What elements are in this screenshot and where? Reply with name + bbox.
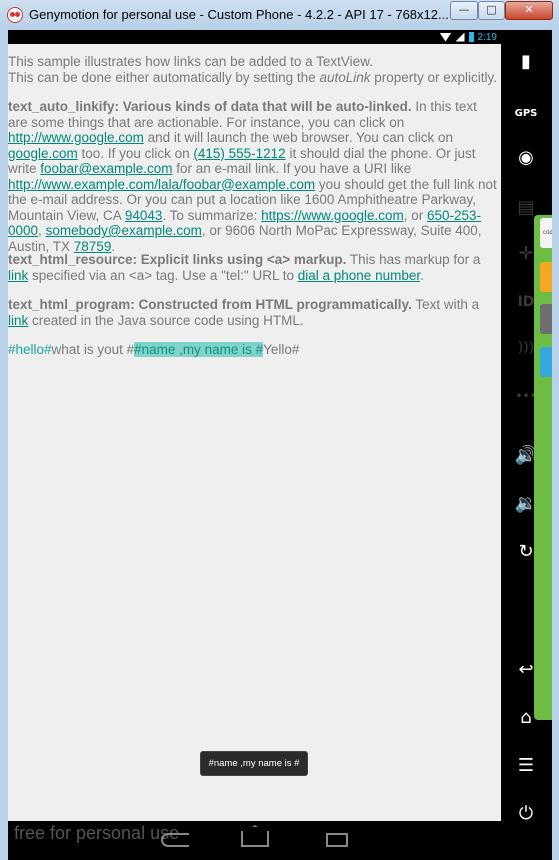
watermark-text: free for personal use (14, 823, 180, 843)
html-resource-heading: text_html_resource: Explicit links using… (8, 252, 347, 267)
text-span: . (420, 267, 424, 283)
topic-text-line[interactable]: #hello#what is yout ##name ,my name is #… (8, 342, 500, 358)
text-span: created in the Java source code using HT… (28, 312, 304, 328)
intro-text-3: property or explicitly. (370, 69, 498, 85)
text-span: Text with a (411, 297, 480, 312)
intro-text-2: This can be done either automatically by… (8, 69, 320, 85)
window-title: Genymotion for personal use - Custom Pho… (29, 7, 449, 22)
topic-text: what is yout # (51, 342, 135, 357)
window-frame-right (552, 30, 559, 860)
battery-status-icon (468, 32, 474, 42)
signal-icon (455, 32, 465, 42)
webcam-icon[interactable]: ◉ (511, 146, 541, 170)
auto-linkify-heading: text_auto_linkify: Various kinds of data… (8, 99, 412, 114)
text-span: too. If you click on (77, 145, 194, 161)
html-resource-paragraph: text_html_resource: Explicit links using… (8, 252, 500, 283)
app-content: This sample illustrates how links can be… (8, 44, 501, 821)
uri-link[interactable]: http://www.example.com/lala/foobar@examp… (8, 177, 315, 192)
url-link[interactable]: http://www.google.com (8, 130, 144, 145)
android-navbar: free for personal use (8, 821, 501, 860)
email-link[interactable]: foobar@example.com (40, 161, 172, 176)
nav-home-icon[interactable] (241, 831, 269, 847)
text-span: . To summarize: (162, 207, 262, 223)
topic-text-2: Yello# (263, 342, 300, 357)
text-span: , (38, 223, 46, 238)
https-link[interactable]: https://www.google.com (261, 208, 404, 223)
android-statusbar: 2:19 (8, 30, 501, 44)
dial-phone-link[interactable]: dial a phone number (298, 268, 420, 283)
email-link-2[interactable]: somebody@example.com (46, 223, 202, 238)
domain-link[interactable]: google.com (8, 146, 78, 161)
genymotion-logo-icon (7, 7, 23, 23)
program-link[interactable]: link (8, 313, 28, 328)
toast-message: #name ,my name is # (201, 752, 307, 775)
close-button[interactable]: ✕ (505, 1, 553, 20)
text-span: specified via an <a> tag. Use a "tel:" U… (28, 267, 298, 283)
window-frame-left (0, 30, 8, 860)
text-span: This has markup for a (346, 252, 481, 267)
menu-key-icon[interactable]: ☰ (511, 754, 541, 778)
html-program-heading: text_html_program: Constructed from HTML… (8, 297, 412, 312)
minimize-button[interactable]: — (450, 1, 478, 20)
gps-icon[interactable]: GPS (511, 102, 541, 126)
selected-hashtag[interactable]: #name ,my name is # (134, 342, 264, 357)
text-span: and it will launch the web browser. You … (143, 130, 454, 145)
zip-link[interactable]: 94043 (125, 208, 163, 223)
auto-linkify-paragraph: text_auto_linkify: Various kinds of data… (8, 99, 500, 254)
text-span: , or (403, 207, 427, 223)
autolink-emphasis: autoLink (319, 69, 371, 85)
text-span: for an e-mail link. If you have a URI li… (172, 161, 412, 176)
wifi-icon (439, 32, 452, 42)
nav-back-icon[interactable] (161, 833, 189, 847)
maximize-button[interactable]: □ (478, 1, 505, 20)
intro-paragraph: This sample illustrates how links can be… (8, 54, 500, 85)
intro-text: This sample illustrates how links can be… (8, 54, 373, 69)
window-titlebar[interactable]: Genymotion for personal use - Custom Pho… (0, 0, 559, 30)
power-icon[interactable]: ⏻ (511, 802, 541, 826)
hashtag-hello[interactable]: #hello# (8, 342, 52, 357)
markup-link[interactable]: link (8, 268, 28, 283)
html-program-paragraph: text_html_program: Constructed from HTML… (8, 297, 500, 328)
status-clock: 2:19 (477, 31, 497, 43)
battery-icon[interactable]: ▮ (511, 50, 541, 74)
phone-link[interactable]: (415) 555-1212 (193, 146, 285, 161)
nav-recent-apps-icon[interactable] (326, 833, 348, 847)
